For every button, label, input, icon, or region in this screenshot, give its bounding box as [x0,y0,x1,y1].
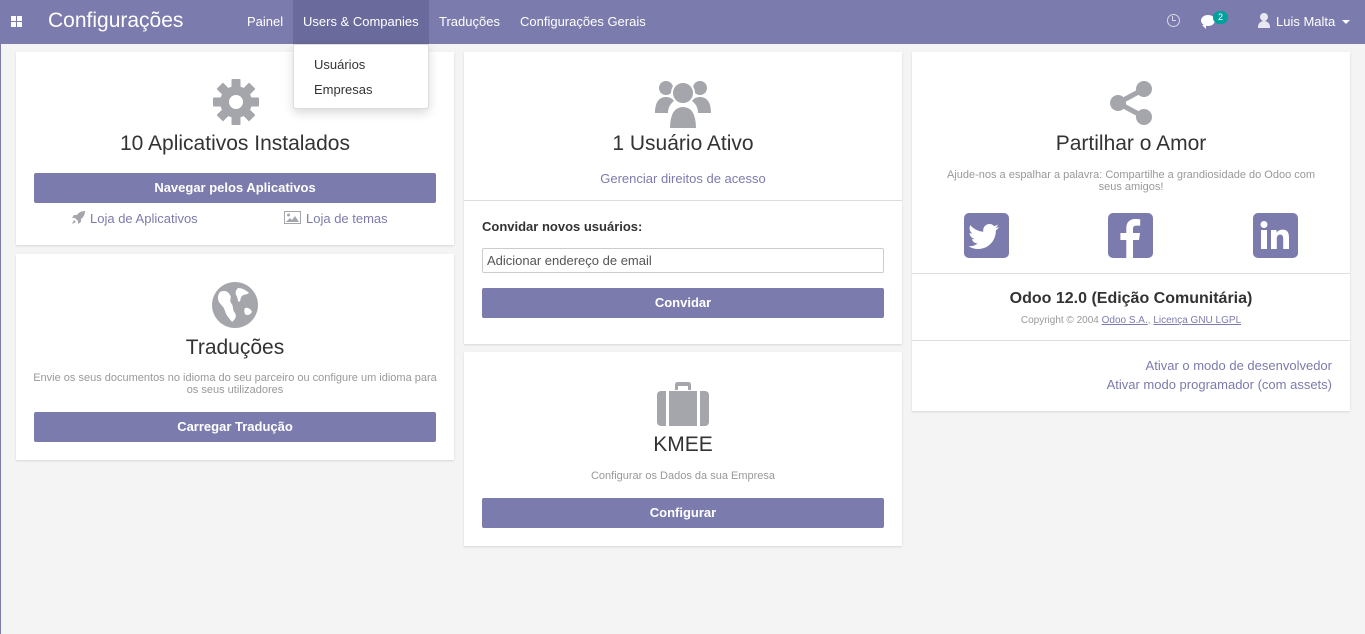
apps-icon[interactable] [11,16,22,27]
menu-painel[interactable]: Painel [247,0,283,44]
load-translation-button[interactable]: Carregar Tradução [34,412,436,442]
share-description: Ajude-nos a espalhar a palavra: Comparti… [946,169,1316,193]
manage-access-link[interactable]: Gerenciar direitos de acesso [464,171,902,186]
translations-description: Envie os seus documentos no idioma do se… [33,372,437,396]
share-divider-2 [912,340,1350,341]
share-title: Partilhar o Amor [1055,132,1207,155]
translations-card: Traduções Envie os seus documentos no id… [16,254,454,460]
chat-badge: 2 [1213,11,1228,24]
app-store-link[interactable]: Loja de Aplicativos [90,211,198,226]
facebook-icon[interactable] [1108,213,1153,258]
copyright-text: Copyright © 2004 [1020,315,1099,326]
translations-title: Traduções [185,336,285,359]
odoo-version: Odoo 12.0 (Edição Comunitária) [1009,290,1253,307]
share-divider-1 [912,273,1350,274]
company-card: KMEE Configurar os Dados da sua Empresa … [464,352,902,546]
developer-mode-assets-link[interactable]: Ativar modo programador (com assets) [1107,377,1332,392]
theme-store-link[interactable]: Loja de temas [306,211,388,226]
rocket-icon [72,211,85,224]
browse-apps-button[interactable]: Navegar pelos Aplicativos [34,173,436,203]
app-title: Configurações [48,9,184,32]
invite-label: Convidar novos usuários: [482,219,643,234]
odoo-sa-link[interactable]: Odoo S.A. [1102,315,1148,326]
user-menu[interactable]: Luis Malta [1276,14,1335,29]
developer-mode-link[interactable]: Ativar o modo de desenvolvedor [1146,358,1332,373]
license-link[interactable]: Licença GNU LGPL [1153,315,1241,326]
menu-traducoes[interactable]: Traduções [439,0,500,44]
configure-company-button[interactable]: Configurar [482,498,884,528]
invite-button[interactable]: Convidar [482,288,884,318]
share-card: Partilhar o Amor Ajude-nos a espalhar a … [912,52,1350,411]
users-icon [655,81,711,129]
apps-title: 10 Aplicativos Instalados [120,132,350,155]
user-icon[interactable] [1258,13,1270,28]
top-navbar: Configurações Painel Users & Companies T… [0,0,1365,44]
gear-icon [213,79,259,125]
twitter-icon[interactable] [964,213,1009,258]
menu-users-companies[interactable]: Users & Companies [293,0,429,44]
image-icon [284,211,301,224]
invite-email-input[interactable]: Adicionar endereço de email [482,248,884,273]
caret-down-icon[interactable] [1342,20,1350,24]
briefcase-icon [657,382,709,426]
users-card: 1 Usuário Ativo Gerenciar direitos de ac… [464,52,902,344]
users-divider [464,200,902,201]
left-border [0,0,1,634]
copyright-line: Copyright © 2004 Odoo S.A., Licença GNU … [1020,315,1242,326]
linkedin-icon[interactable] [1253,213,1298,258]
dropdown-item-usuarios[interactable]: Usuários [314,57,365,72]
users-title: 1 Usuário Ativo [612,132,754,155]
menu-configuracoes-gerais[interactable]: Configurações Gerais [520,0,646,44]
clock-icon[interactable] [1167,14,1180,27]
users-companies-dropdown: Usuários Empresas [293,44,429,109]
globe-icon [212,282,258,328]
company-description: Configurar os Dados da sua Empresa [590,470,776,482]
share-icon [1110,81,1152,125]
company-title: KMEE [653,433,713,456]
dropdown-item-empresas[interactable]: Empresas [314,82,373,97]
